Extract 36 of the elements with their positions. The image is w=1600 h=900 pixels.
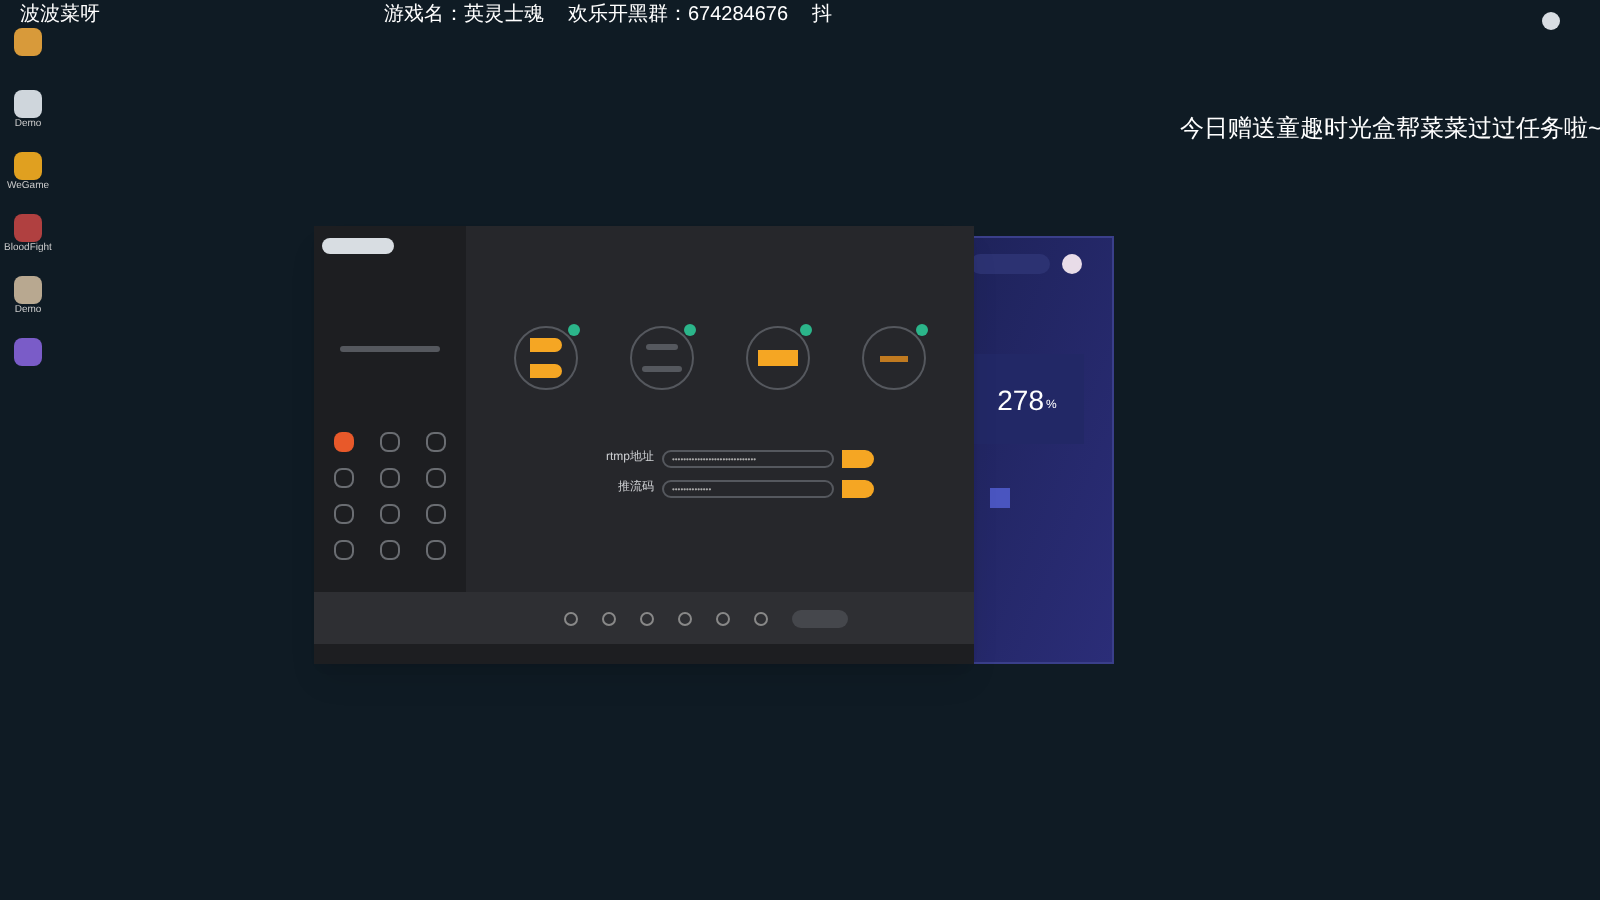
toolbar-icon[interactable] — [602, 611, 616, 625]
desktop-icon[interactable] — [14, 276, 42, 304]
tool-icon[interactable] — [379, 540, 400, 560]
toolbar-icon[interactable] — [716, 611, 730, 625]
game-name: 游戏名：英灵士魂 — [384, 1, 544, 29]
desktop-icon[interactable] — [14, 28, 42, 56]
tool-icon[interactable] — [426, 540, 447, 560]
pill-button[interactable] — [530, 338, 562, 352]
tool-icon[interactable] — [379, 504, 400, 524]
platform-text: 抖 — [812, 1, 833, 29]
avatar-icon[interactable] — [1062, 254, 1082, 274]
label-bar — [880, 355, 908, 361]
search-field[interactable] — [970, 254, 1050, 274]
tool-icon[interactable] — [379, 432, 400, 452]
desktop-icon[interactable] — [14, 90, 42, 118]
streamer-name: 波波菜呀 — [20, 1, 102, 29]
tool-icon[interactable] — [379, 468, 400, 488]
group-number: 欢乐开黑群：674284676 — [568, 1, 789, 29]
tool-icon[interactable] — [333, 432, 354, 452]
toolbar-icon[interactable] — [564, 611, 578, 625]
tool-icon[interactable] — [333, 468, 354, 488]
tool-icon[interactable] — [426, 504, 447, 524]
copy-button[interactable] — [842, 480, 874, 498]
app-logo-icon — [322, 238, 394, 254]
pill-button[interactable] — [530, 364, 562, 378]
desktop-icon[interactable] — [14, 152, 42, 180]
toolbar-icon[interactable] — [754, 611, 768, 625]
start-live-button[interactable] — [792, 609, 848, 627]
tool-icon[interactable] — [426, 468, 447, 488]
tool-icon[interactable] — [333, 504, 354, 524]
toolbar-icon[interactable] — [678, 611, 692, 625]
tool-icon[interactable] — [333, 540, 354, 560]
tool-icon[interactable] — [426, 432, 447, 452]
toolbar-icon[interactable] — [640, 611, 654, 625]
percent-value: 278 — [997, 383, 1044, 415]
copy-button[interactable] — [842, 450, 874, 468]
